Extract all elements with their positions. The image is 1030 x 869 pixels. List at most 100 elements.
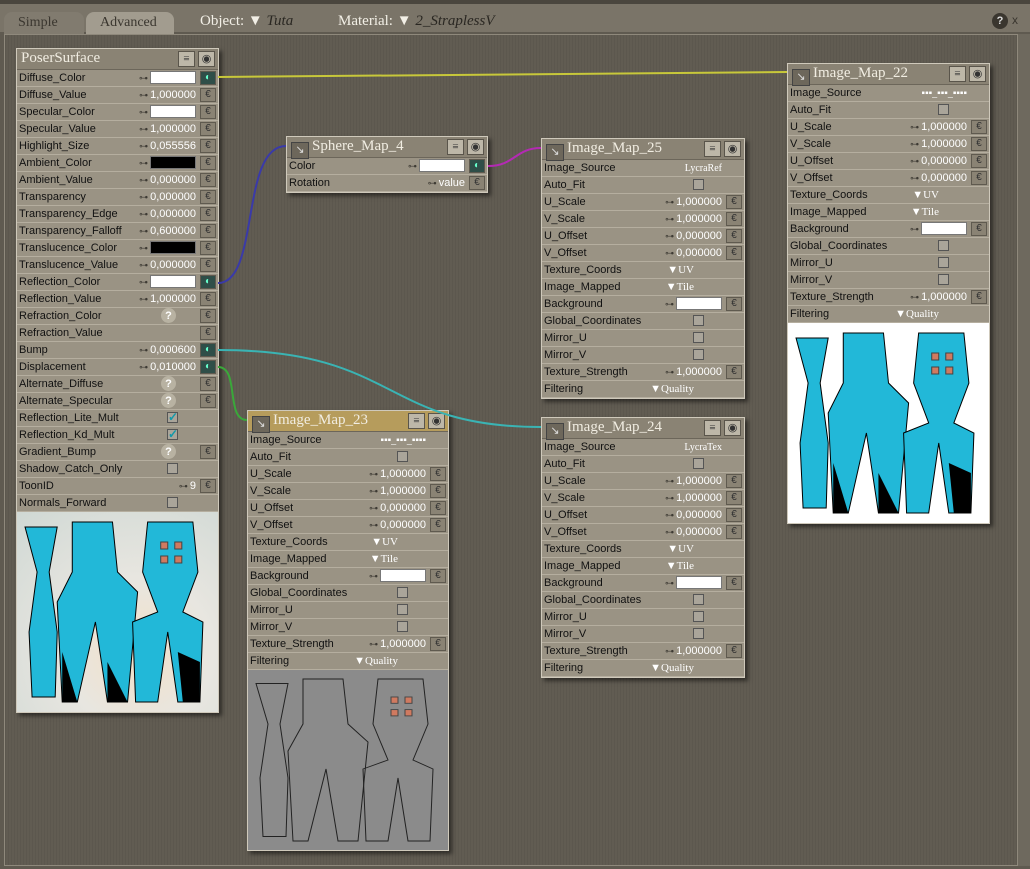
image-source-field[interactable]: LycraTex (684, 442, 722, 453)
plug-icon[interactable]: € (200, 207, 216, 221)
plug-icon[interactable]: € (469, 176, 485, 190)
value-field[interactable]: 1,000000 (150, 89, 196, 101)
plug-icon[interactable]: € (726, 297, 742, 311)
value-field[interactable]: 0,600000 (150, 225, 196, 237)
checkbox[interactable] (938, 104, 949, 115)
checkbox[interactable] (938, 257, 949, 268)
checkbox[interactable] (397, 604, 408, 615)
plug-icon[interactable]: € (726, 474, 742, 488)
checkbox[interactable] (938, 274, 949, 285)
node-image-map-23[interactable]: ↘ Image_Map_23 ≡ ◉ Image_Source ▪▪▪_▪▪▪_▪▪▪▪ A… (247, 410, 449, 851)
dropdown[interactable]: ▼Quality (650, 662, 694, 674)
plug-icon[interactable]: € (430, 467, 446, 481)
plug-icon[interactable]: € (200, 156, 216, 170)
plug-icon[interactable]: € (726, 365, 742, 379)
plug-icon[interactable]: € (200, 139, 216, 153)
connected-plug-icon[interactable]: ◐ (200, 275, 216, 289)
node-header[interactable]: ↘ Image_Map_25 ≡ ◉ (542, 139, 744, 161)
color-swatch[interactable] (150, 241, 196, 254)
checkbox[interactable] (693, 458, 704, 469)
color-swatch[interactable] (150, 71, 196, 84)
plug-icon[interactable]: € (971, 120, 987, 134)
plug-icon[interactable]: € (430, 637, 446, 651)
plug-icon[interactable]: € (726, 229, 742, 243)
plug-icon[interactable]: € (430, 518, 446, 532)
plug-icon[interactable]: € (971, 171, 987, 185)
color-swatch[interactable] (150, 105, 196, 118)
value-field[interactable]: 1,000000 (676, 475, 722, 487)
value-field[interactable]: 0,000000 (676, 526, 722, 538)
close-button[interactable]: x (1012, 13, 1026, 29)
plug-icon[interactable]: € (200, 190, 216, 204)
checkbox[interactable]: ✓ (167, 428, 178, 440)
tab-advanced[interactable]: Advanced (86, 12, 174, 34)
node-posersurface[interactable]: PoserSurface ≡ ◉ Diffuse_Color ⊶ ◐ Diffuse_Val… (16, 48, 219, 713)
plug-icon[interactable]: € (971, 137, 987, 151)
checkbox[interactable] (693, 315, 704, 326)
checkbox[interactable] (167, 497, 178, 508)
dropdown[interactable]: ▼UV (371, 536, 398, 548)
value-field[interactable]: 0,000000 (921, 172, 967, 184)
plug-icon[interactable]: € (200, 122, 216, 136)
eye-icon[interactable]: ◉ (724, 420, 741, 436)
value-field[interactable]: 0,000000 (676, 509, 722, 521)
node-header[interactable]: ↘ Image_Map_22 ≡ ◉ (788, 64, 989, 86)
input-plug-icon[interactable]: ↘ (792, 69, 810, 86)
input-plug-icon[interactable]: ↘ (546, 144, 564, 161)
value-field[interactable]: 0,000000 (150, 208, 196, 220)
eye-icon[interactable]: ◉ (198, 51, 215, 67)
eye-icon[interactable]: ◉ (724, 141, 741, 157)
menu-icon[interactable]: ≡ (704, 141, 721, 157)
dropdown[interactable]: ▼UV (912, 189, 939, 201)
checkbox[interactable] (167, 463, 178, 474)
menu-icon[interactable]: ≡ (949, 66, 966, 82)
value-field[interactable]: 1,000000 (380, 638, 426, 650)
value-field[interactable]: 1,000000 (921, 138, 967, 150)
input-plug-icon[interactable]: ↘ (252, 416, 270, 433)
plug-icon[interactable]: € (726, 576, 742, 590)
value-field[interactable]: 0,000000 (676, 247, 722, 259)
plug-icon[interactable]: € (726, 212, 742, 226)
tab-simple[interactable]: Simple (4, 12, 84, 34)
checkbox[interactable] (397, 587, 408, 598)
color-swatch[interactable] (380, 569, 426, 582)
node-image-map-24[interactable]: ↘ Image_Map_24 ≡ ◉ Image_Source LycraTex Auto_… (541, 417, 745, 678)
eye-icon[interactable]: ◉ (969, 66, 986, 82)
color-swatch[interactable] (921, 222, 967, 235)
plug-icon[interactable]: € (200, 241, 216, 255)
plug-icon[interactable]: € (200, 258, 216, 272)
plug-icon[interactable]: € (430, 501, 446, 515)
plug-icon[interactable]: € (200, 445, 216, 459)
plug-icon[interactable]: € (726, 246, 742, 260)
value-field[interactable]: 1,000000 (150, 123, 196, 135)
plug-icon[interactable]: € (971, 222, 987, 236)
checkbox[interactable] (693, 628, 704, 639)
plug-icon[interactable]: € (726, 644, 742, 658)
menu-icon[interactable]: ≡ (178, 51, 195, 67)
value-field[interactable]: 1,000000 (150, 293, 196, 305)
color-swatch[interactable] (150, 275, 196, 288)
value-field[interactable]: 1,000000 (380, 468, 426, 480)
dropdown[interactable]: ▼Quality (895, 308, 939, 320)
menu-icon[interactable]: ≡ (704, 420, 721, 436)
checkbox[interactable] (693, 594, 704, 605)
image-source-field[interactable]: LycraRef (685, 163, 722, 174)
dropdown[interactable]: ▼UV (667, 264, 694, 276)
node-header[interactable]: ↘ Sphere_Map_4 ≡ ◉ (287, 137, 487, 159)
input-plug-icon[interactable]: ↘ (291, 142, 309, 159)
value-field[interactable]: 0,000000 (380, 502, 426, 514)
plug-icon[interactable]: € (200, 377, 216, 391)
node-header[interactable]: ↘ Image_Map_24 ≡ ◉ (542, 418, 744, 440)
menu-icon[interactable]: ≡ (408, 413, 425, 429)
dropdown[interactable]: ▼Tile (370, 553, 398, 565)
value-field[interactable]: 0,000000 (921, 155, 967, 167)
color-swatch[interactable] (676, 576, 722, 589)
plug-icon[interactable]: € (200, 309, 216, 323)
dropdown[interactable]: ▼UV (667, 543, 694, 555)
menu-icon[interactable]: ≡ (447, 139, 464, 155)
color-swatch[interactable] (419, 159, 465, 172)
plug-icon[interactable]: € (200, 479, 216, 493)
plug-icon[interactable]: € (430, 569, 446, 583)
plug-icon[interactable]: € (200, 173, 216, 187)
value-field[interactable]: 0,000000 (380, 519, 426, 531)
